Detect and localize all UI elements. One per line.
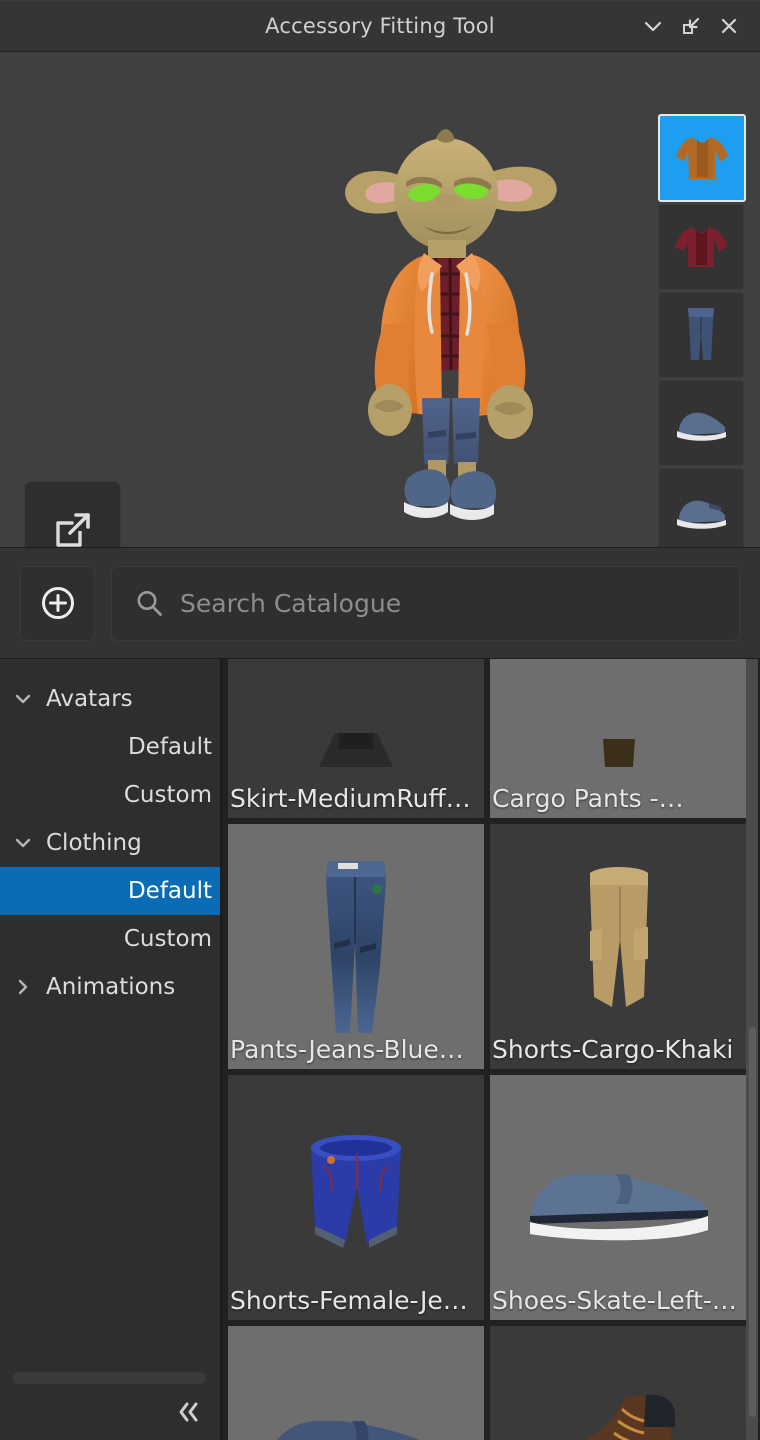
character-model[interactable]: [324, 98, 594, 528]
brown-boot-thumb-icon: [490, 1326, 746, 1440]
catalogue-browser: Avatars Default Custom Clothing Default: [0, 659, 760, 1440]
slot-shirt-plaid-red[interactable]: [658, 204, 744, 290]
chevron-down-icon: [0, 688, 46, 710]
search-icon: [134, 588, 164, 618]
grid-scrollbar-thumb[interactable]: [749, 1027, 756, 1417]
chevron-right-icon: [0, 976, 46, 998]
catalogue-item-label: Shorts-Female-Je…: [228, 1284, 484, 1320]
slot-pants-jeans-blue[interactable]: [658, 292, 744, 378]
sidebar-item-animations[interactable]: Animations: [0, 963, 220, 1011]
window-controls: [636, 9, 760, 43]
catalogue-item[interactable]: [490, 1326, 746, 1440]
shirt-thumb-icon: [670, 220, 732, 274]
sidebar-item-avatars-default[interactable]: Default: [0, 723, 220, 771]
add-asset-button[interactable]: [20, 566, 95, 641]
restore-icon[interactable]: [674, 9, 708, 43]
sidebar-item-label: Default: [128, 734, 212, 760]
sidebar-item-label: Clothing: [46, 830, 142, 856]
accessory-fitting-tool-window: Accessory Fitting Tool: [0, 0, 760, 1440]
sidebar-item-label: Default: [128, 878, 212, 904]
slot-hoodie-orange[interactable]: [658, 114, 746, 202]
catalogue-item[interactable]: Shorts-Female-Je…: [228, 1075, 484, 1320]
catalogue-item[interactable]: [228, 1326, 484, 1440]
category-tree: Avatars Default Custom Clothing Default: [0, 659, 220, 1350]
catalogue-item-label: Pants-Jeans-Blue…: [228, 1033, 484, 1069]
open-external-button[interactable]: [24, 481, 121, 548]
title-bar: Accessory Fitting Tool: [0, 0, 760, 52]
shoe-left-thumb-icon: [669, 403, 733, 443]
catalogue-item-label: Shoes-Skate-Left-…: [490, 1284, 746, 1320]
skate-shoe-2-thumb-icon: [228, 1326, 484, 1440]
sidebar-horizontal-scrollbar[interactable]: [12, 1372, 206, 1384]
catalogue-item-label: Shorts-Cargo-Khaki: [490, 1033, 746, 1069]
hoodie-thumb-icon: [671, 131, 733, 185]
search-field[interactable]: [111, 566, 740, 641]
catalogue-grid-pane: Skirt-MediumRuff… Cargo Pants -…: [222, 659, 760, 1440]
catalogue-grid: Skirt-MediumRuff… Cargo Pants -…: [228, 659, 746, 1440]
collapse-panel-button[interactable]: [166, 1392, 210, 1432]
sidebar-item-clothing[interactable]: Clothing: [0, 819, 220, 867]
catalogue-item[interactable]: Pants-Jeans-Blue…: [228, 824, 484, 1069]
slot-shoes-skate-left[interactable]: [658, 380, 744, 466]
minimize-icon[interactable]: [636, 9, 670, 43]
equipped-slot-strip: [658, 114, 742, 548]
category-sidebar: Avatars Default Custom Clothing Default: [0, 659, 222, 1440]
sidebar-item-avatars-custom[interactable]: Custom: [0, 771, 220, 819]
close-icon[interactable]: [712, 9, 746, 43]
sidebar-item-label: Avatars: [46, 686, 133, 712]
jeans-thumb-icon: [678, 304, 724, 366]
sidebar-item-clothing-custom[interactable]: Custom: [0, 915, 220, 963]
catalogue-item[interactable]: Shorts-Cargo-Khaki: [490, 824, 746, 1069]
plus-circle-icon: [38, 583, 78, 623]
catalogue-item[interactable]: Shoes-Skate-Left-…: [490, 1075, 746, 1320]
catalogue-item[interactable]: Skirt-MediumRuff…: [228, 659, 484, 818]
catalogue-item-label: Skirt-MediumRuff…: [228, 782, 484, 818]
open-external-icon: [50, 507, 96, 549]
slot-shoes-skate-right[interactable]: [658, 468, 744, 548]
sidebar-item-label: Animations: [46, 974, 175, 1000]
catalogue-item-label: Cargo Pants -…: [490, 782, 746, 818]
sidebar-item-avatars[interactable]: Avatars: [0, 675, 220, 723]
sidebar-item-label: Custom: [124, 926, 212, 952]
catalogue-toolbar: [0, 548, 760, 659]
sidebar-item-label: Custom: [124, 782, 212, 808]
sidebar-footer: [0, 1350, 220, 1440]
chevron-down-icon: [0, 832, 46, 854]
chevron-double-left-icon: [173, 1399, 203, 1425]
character-viewport[interactable]: [0, 52, 760, 548]
shoe-right-thumb-icon: [669, 491, 733, 531]
sidebar-item-clothing-default[interactable]: Default: [0, 867, 220, 915]
search-input[interactable]: [178, 588, 717, 619]
catalogue-item[interactable]: Cargo Pants -…: [490, 659, 746, 818]
